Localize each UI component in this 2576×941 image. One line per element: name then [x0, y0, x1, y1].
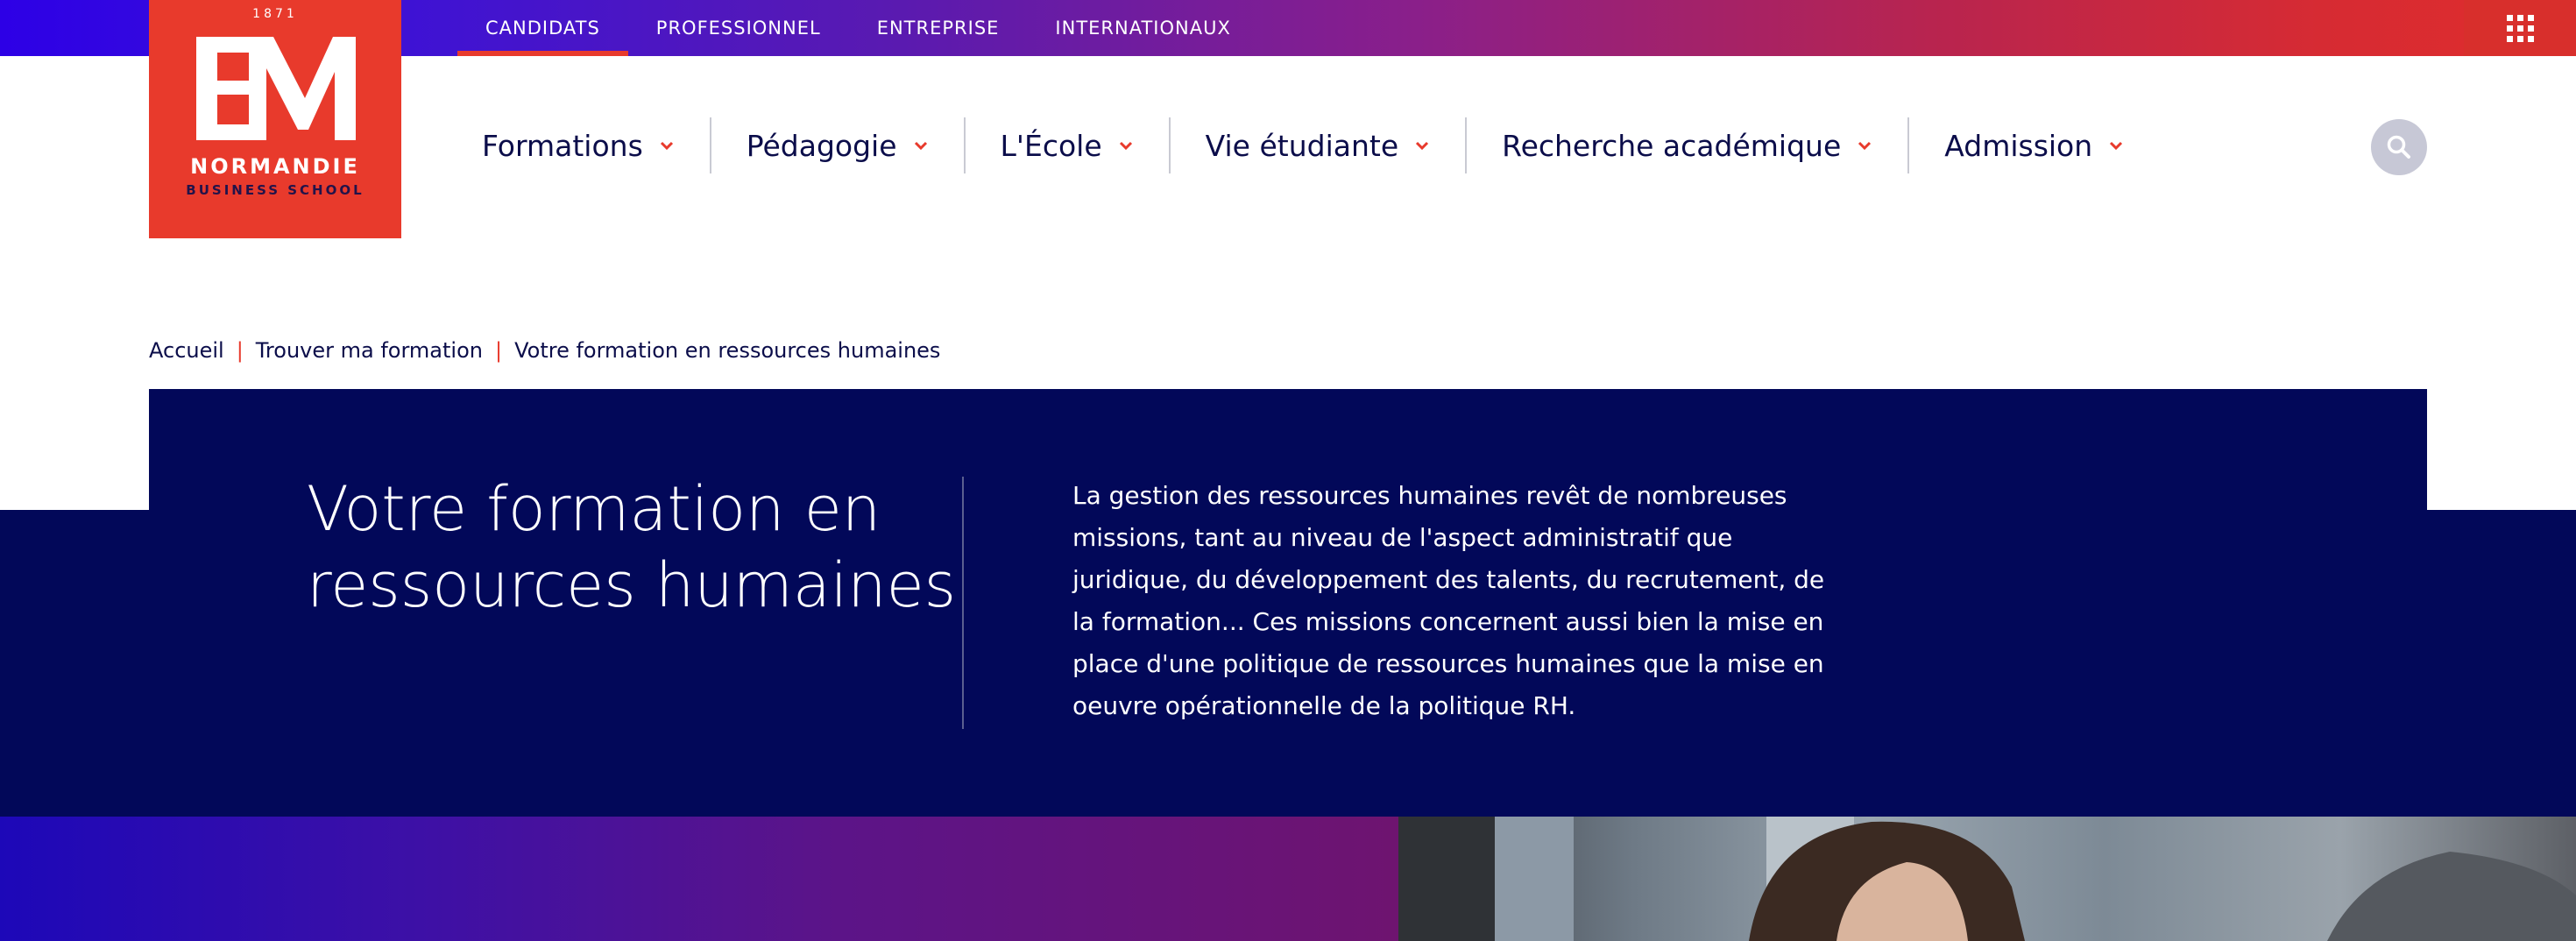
main-nav: Formations Pédagogie L'École Vie étudian… [447, 117, 2159, 173]
audience-tab-label: PROFESSIONNEL [655, 18, 821, 39]
hero-divider [962, 477, 964, 729]
logo-subtitle: BUSINESS SCHOOL [186, 182, 364, 198]
audience-tab-candidats[interactable]: CANDIDATS [457, 0, 628, 56]
chevron-down-icon [2110, 141, 2123, 151]
nav-item-label: Admission [1944, 128, 2093, 163]
chevron-down-icon [1416, 141, 1429, 151]
audience-tab-label: ENTREPRISE [876, 18, 1000, 39]
logo-name: NORMANDIE [190, 154, 360, 179]
page-title: Votre formation en ressources humaines [307, 471, 973, 624]
nav-item-admission[interactable]: Admission [1907, 117, 2159, 173]
hero-description: La gestion des ressources humaines revêt… [1072, 481, 1825, 720]
nav-item-label: L'École [1000, 128, 1102, 163]
logo-year: 1871 [252, 7, 298, 21]
page-title-line-2: ressources humaines [307, 549, 957, 621]
nav-item-label: Pédagogie [746, 128, 897, 163]
apps-menu-button[interactable] [2464, 0, 2576, 56]
chevron-down-icon [1858, 141, 1872, 151]
grid-icon [2506, 14, 2534, 42]
chevron-down-icon [660, 141, 673, 151]
banner-photo [1398, 817, 2576, 941]
nav-item-formations[interactable]: Formations [447, 117, 710, 173]
page-title-line-1: Votre formation en [307, 473, 881, 545]
nav-item-label: Formations [482, 128, 643, 163]
em-monogram-icon [196, 37, 356, 140]
audience-tab-label: INTERNATIONAUX [1055, 18, 1231, 39]
audience-tab-internationaux[interactable]: INTERNATIONAUX [1027, 0, 1258, 56]
chevron-down-icon [914, 141, 927, 151]
nav-item-vie-etudiante[interactable]: Vie étudiante [1168, 117, 1465, 173]
nav-item-pedagogie[interactable]: Pédagogie [709, 117, 964, 173]
search-icon [2387, 135, 2410, 159]
school-logo[interactable]: 1871 NORMANDIE BUSINESS SCHOOL [149, 0, 401, 238]
audience-tab-label: CANDIDATS [485, 18, 600, 39]
banner-gradient [0, 817, 1398, 941]
nav-item-ecole[interactable]: L'École [963, 117, 1169, 173]
breadcrumb-separator: | [236, 338, 244, 363]
breadcrumb-separator: | [494, 338, 503, 363]
chevron-down-icon [1119, 141, 1132, 151]
audience-tab-professionnel[interactable]: PROFESSIONNEL [628, 0, 849, 56]
nav-item-recherche[interactable]: Recherche académique [1465, 117, 1907, 173]
nav-item-label: Recherche académique [1502, 128, 1842, 163]
breadcrumb-current: Votre formation en ressources humaines [514, 338, 941, 363]
search-button[interactable] [2371, 119, 2427, 175]
breadcrumb-link-find-program[interactable]: Trouver ma formation [256, 338, 483, 363]
nav-item-label: Vie étudiante [1205, 128, 1399, 163]
audience-tab-entreprise[interactable]: ENTREPRISE [849, 0, 1028, 56]
woman-portrait-image [1398, 817, 2576, 941]
breadcrumb-link-home[interactable]: Accueil [149, 338, 224, 363]
audience-nav: CANDIDATS PROFESSIONNEL ENTREPRISE INTER… [457, 0, 1259, 56]
breadcrumb: Accueil | Trouver ma formation | Votre f… [149, 338, 940, 363]
